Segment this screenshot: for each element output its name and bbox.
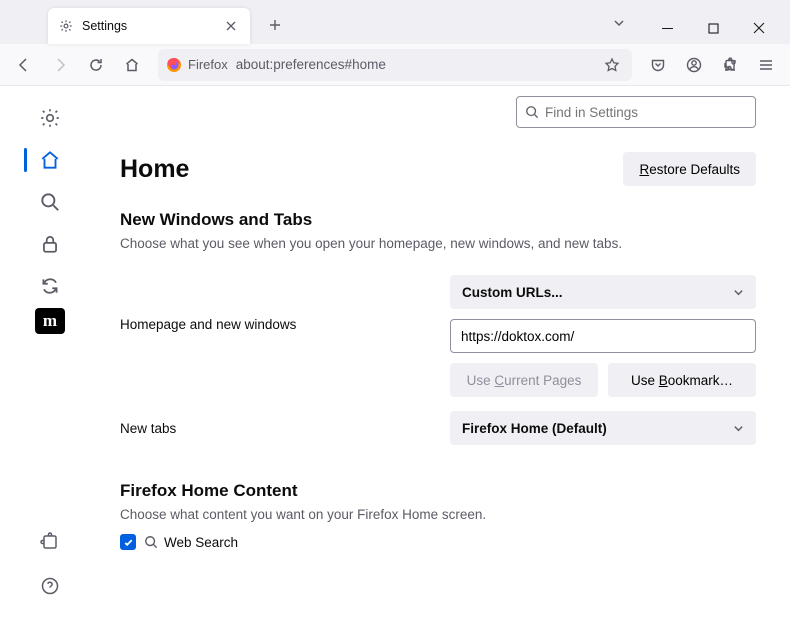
help-button[interactable] bbox=[28, 566, 72, 606]
category-privacy[interactable] bbox=[28, 224, 72, 264]
url-text: about:preferences#home bbox=[236, 57, 592, 72]
chevron-down-icon bbox=[733, 423, 744, 434]
category-home[interactable] bbox=[28, 140, 72, 180]
newtabs-mode-value: Firefox Home (Default) bbox=[462, 421, 607, 436]
web-search-checkbox[interactable] bbox=[120, 534, 136, 550]
use-current-pages-button[interactable]: Use Current Pages bbox=[450, 363, 598, 397]
web-search-label: Web Search bbox=[144, 535, 238, 550]
preferences-content: m Home Restore Defaults New Windows and … bbox=[0, 86, 790, 618]
addons-button[interactable] bbox=[28, 522, 72, 562]
close-window-button[interactable] bbox=[736, 12, 782, 44]
new-tab-button[interactable] bbox=[260, 10, 290, 40]
section-new-windows-desc: Choose what you see when you open your h… bbox=[120, 236, 756, 251]
use-bookmark-button[interactable]: Use Bookmark… bbox=[608, 363, 756, 397]
category-sync[interactable] bbox=[28, 266, 72, 306]
homepage-url-input[interactable] bbox=[450, 319, 756, 353]
title-bar: Settings bbox=[0, 0, 790, 44]
firefox-logo-icon bbox=[166, 57, 182, 73]
pocket-button[interactable] bbox=[642, 49, 674, 81]
extensions-button[interactable] bbox=[714, 49, 746, 81]
chevron-down-icon bbox=[733, 287, 744, 298]
back-button[interactable] bbox=[8, 49, 40, 81]
home-button[interactable] bbox=[116, 49, 148, 81]
url-bar[interactable]: Firefox about:preferences#home bbox=[158, 49, 632, 81]
nav-toolbar: Firefox about:preferences#home bbox=[0, 44, 790, 86]
category-general[interactable] bbox=[28, 98, 72, 138]
newtabs-label: New tabs bbox=[120, 421, 440, 436]
search-icon bbox=[144, 535, 158, 549]
app-menu-button[interactable] bbox=[750, 49, 782, 81]
maximize-button[interactable] bbox=[690, 12, 736, 44]
main-pane: Home Restore Defaults New Windows and Ta… bbox=[100, 86, 790, 618]
identity-label: Firefox bbox=[188, 57, 228, 72]
homepage-mode-select[interactable]: Custom URLs... bbox=[450, 275, 756, 309]
search-icon bbox=[525, 105, 539, 119]
window-controls bbox=[644, 12, 782, 44]
reload-button[interactable] bbox=[80, 49, 112, 81]
category-more-mozilla[interactable]: m bbox=[35, 308, 65, 334]
section-home-content-desc: Choose what content you want on your Fir… bbox=[120, 507, 756, 522]
identity-box[interactable]: Firefox bbox=[166, 57, 228, 73]
account-button[interactable] bbox=[678, 49, 710, 81]
tab-title: Settings bbox=[82, 19, 214, 33]
newtabs-mode-select[interactable]: Firefox Home (Default) bbox=[450, 411, 756, 445]
bookmark-star-button[interactable] bbox=[600, 53, 624, 77]
settings-search-box[interactable] bbox=[516, 96, 756, 128]
homepage-mode-value: Custom URLs... bbox=[462, 285, 563, 300]
tabs-dropdown-button[interactable] bbox=[604, 8, 634, 38]
close-icon[interactable] bbox=[222, 17, 240, 35]
tab-settings[interactable]: Settings bbox=[48, 8, 250, 44]
page-title: Home bbox=[120, 155, 189, 184]
forward-button[interactable] bbox=[44, 49, 76, 81]
section-new-windows-heading: New Windows and Tabs bbox=[120, 210, 756, 230]
minimize-button[interactable] bbox=[644, 12, 690, 44]
settings-search-input[interactable] bbox=[545, 105, 747, 120]
category-search[interactable] bbox=[28, 182, 72, 222]
tabs-strip: Settings bbox=[8, 8, 634, 44]
section-home-content-heading: Firefox Home Content bbox=[120, 481, 756, 501]
homepage-label: Homepage and new windows bbox=[120, 275, 440, 332]
categories-sidebar: m bbox=[0, 86, 100, 618]
restore-defaults-button[interactable]: Restore Defaults bbox=[623, 152, 756, 186]
gear-icon bbox=[58, 18, 74, 34]
